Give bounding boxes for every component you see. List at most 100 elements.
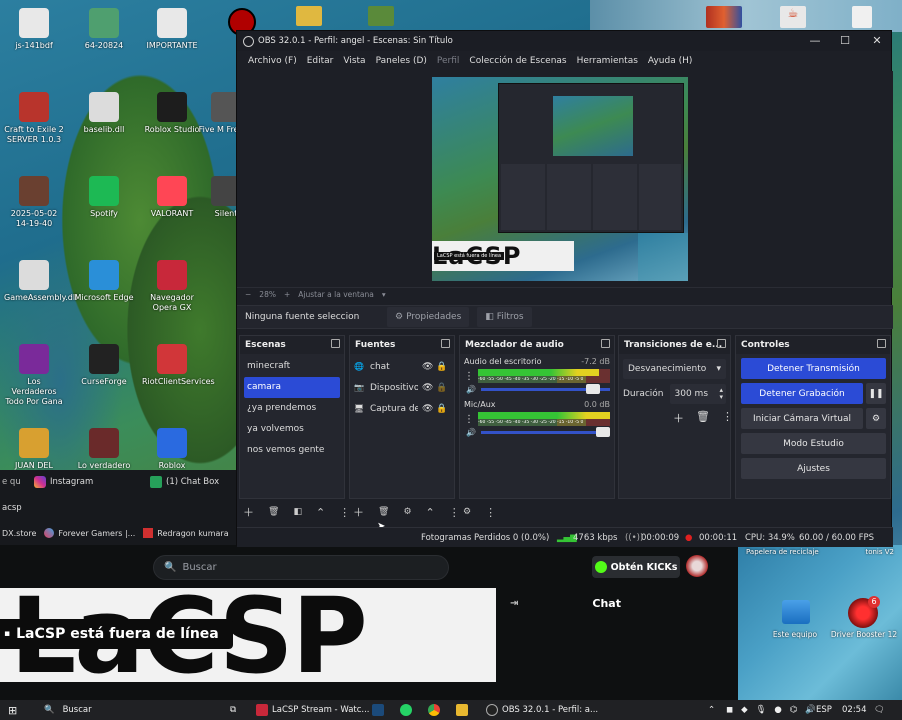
speaker-icon[interactable]: 🔊: [805, 705, 816, 715]
volume-slider-knob[interactable]: [585, 384, 600, 394]
desktop-icon[interactable]: Lo verdadero: [74, 428, 134, 471]
menu-item[interactable]: Archivo (F): [243, 56, 302, 66]
desktop-icon[interactable]: Craft to Exile 2 SERVER 1.0.3: [4, 92, 64, 145]
properties-button[interactable]: ⚙ Propiedades: [387, 307, 470, 327]
scene-item[interactable]: ya volvemos: [244, 419, 340, 440]
trash-icon[interactable]: 🗑: [696, 410, 710, 426]
source-item[interactable]: 🖥 Captura de pantalla 👁🔒: [350, 398, 454, 419]
transition-type-select[interactable]: Desvanecimiento ▾: [623, 359, 726, 379]
undock-icon[interactable]: [331, 339, 340, 348]
winrar-icon[interactable]: [706, 6, 742, 28]
menu-item[interactable]: Vista: [338, 56, 370, 66]
close-icon[interactable]: ✕: [867, 34, 887, 47]
browser-tab[interactable]: e qu: [0, 477, 24, 487]
more-icon[interactable]: ⋮: [339, 506, 350, 519]
speaker-icon[interactable]: 🔊: [466, 385, 476, 394]
document-icon[interactable]: [852, 6, 872, 28]
spin-arrows-icon[interactable]: ▴ ▾: [719, 387, 726, 401]
zoom-in-button[interactable]: +: [284, 290, 290, 299]
whatsapp-icon[interactable]: [400, 703, 412, 717]
trash-icon[interactable]: 🗑: [268, 507, 279, 517]
tray-chevron-icon[interactable]: ⌃: [708, 703, 715, 717]
add-scene-icon[interactable]: ＋: [243, 504, 254, 520]
chevron-down-icon[interactable]: ▾: [382, 290, 386, 299]
filter-icon[interactable]: ◧: [293, 507, 302, 517]
lock-icon[interactable]: 🔒: [436, 362, 447, 372]
desktop-icon[interactable]: baselib.dll: [74, 92, 134, 135]
scene-item[interactable]: camara: [244, 377, 340, 398]
desktop-icon[interactable]: 2025-05-02 14-19-40: [4, 176, 64, 229]
clock[interactable]: 02:54: [842, 703, 867, 717]
start-icon[interactable]: ⊞: [8, 703, 17, 717]
tray-app-icon[interactable]: ◆: [741, 705, 748, 715]
pause-icon[interactable]: ❚❚: [866, 383, 886, 404]
taskbar-search[interactable]: 🔍 Buscar: [44, 703, 92, 717]
stop-streaming-button[interactable]: Detener Transmisión: [741, 358, 886, 379]
move-up-icon[interactable]: ⌃: [426, 506, 435, 519]
network-icon[interactable]: ⌬: [790, 705, 797, 715]
menu-item[interactable]: Herramientas: [572, 56, 643, 66]
task-view-icon[interactable]: ⧉: [230, 703, 236, 717]
zoom-fit-select[interactable]: Ajustar a la ventana: [298, 290, 374, 299]
bookmark-dxstore[interactable]: DX.store: [0, 529, 36, 538]
desktop-icon[interactable]: Roblox: [142, 428, 202, 471]
browser-tab-instagram[interactable]: Instagram: [50, 477, 150, 487]
desktop-icon[interactable]: VALORANT: [142, 176, 202, 219]
more-icon[interactable]: ⋮: [722, 410, 733, 426]
stop-recording-button[interactable]: Detener Grabación: [741, 383, 863, 404]
volume-slider[interactable]: [480, 384, 610, 394]
trash-icon[interactable]: 🗑: [378, 507, 389, 517]
settings-button[interactable]: Ajustes: [741, 458, 886, 479]
browser-tab-chatbox[interactable]: (1) Chat Box: [166, 477, 219, 487]
desktop-icon[interactable]: IMPORTANTE: [142, 8, 202, 51]
recycle-bin-label[interactable]: Papelera de reciclaje: [746, 548, 819, 556]
studio-mode-button[interactable]: Modo Estudio: [741, 433, 886, 454]
microphone-icon[interactable]: 🎙: [756, 705, 767, 715]
tonis-label[interactable]: tonis V2: [865, 548, 894, 556]
source-item[interactable]: 📷 Dispositivo de captura de vídeo 👁🔒: [350, 377, 454, 398]
more-icon[interactable]: ⋮: [485, 506, 496, 519]
address-bar-fragment[interactable]: acsp: [2, 503, 22, 513]
gear-icon[interactable]: ⚙: [403, 507, 411, 517]
channel-menu-icon[interactable]: ⋮: [464, 371, 474, 382]
desktop-icon[interactable]: js-141bdf: [4, 8, 64, 51]
scene-item[interactable]: nos vemos gente: [244, 440, 340, 461]
desktop-icon[interactable]: CurseForge: [74, 344, 134, 387]
scene-item[interactable]: minecraft: [244, 356, 340, 377]
filters-button[interactable]: ◧ Filtros: [477, 307, 532, 327]
desktop-icon[interactable]: GameAssembly.dll: [4, 260, 77, 303]
desktop-icon[interactable]: Los Verdaderos Todo Por Gana: [4, 344, 64, 407]
start-virtual-camera-button[interactable]: Iniciar Cámara Virtual: [741, 408, 863, 429]
duration-spinbox[interactable]: 300 ms ▴ ▾: [669, 384, 726, 404]
add-source-icon[interactable]: ＋: [353, 504, 364, 520]
menu-item[interactable]: Paneles (D): [371, 56, 432, 66]
kick-search-input[interactable]: 🔍 Buscar: [153, 555, 449, 580]
desktop-icon[interactable]: JUAN DEL: [4, 428, 64, 471]
visibility-eye-icon[interactable]: 👁: [422, 383, 433, 393]
desktop-icon[interactable]: RiotClientServices: [142, 344, 215, 387]
maximize-icon[interactable]: ☐: [835, 34, 855, 47]
chrome-icon[interactable]: [428, 703, 440, 717]
move-up-icon[interactable]: ⌃: [316, 506, 325, 519]
lock-icon[interactable]: 🔒: [436, 383, 447, 393]
volume-slider-knob[interactable]: [596, 427, 610, 437]
bookmark-forever-gamers[interactable]: Forever Gamers |...: [58, 529, 135, 538]
speaker-icon[interactable]: 🔊: [466, 428, 476, 437]
visibility-eye-icon[interactable]: 👁: [422, 404, 433, 414]
user-avatar[interactable]: [686, 555, 708, 577]
desktop-icon[interactable]: Spotify: [74, 176, 134, 219]
taskbar-app-kick[interactable]: LaCSP Stream - Watc...: [256, 703, 370, 717]
notifications-icon[interactable]: 🗨: [874, 703, 885, 717]
file-explorer-icon[interactable]: [456, 703, 468, 717]
minecraft-icon[interactable]: [368, 6, 394, 26]
visibility-eye-icon[interactable]: 👁: [422, 362, 433, 372]
obs-preview-canvas[interactable]: LaCSP LaCSP está fuera de línea: [432, 77, 688, 281]
zoom-out-button[interactable]: −: [245, 290, 251, 299]
mixer-settings-icon[interactable]: ⚙: [463, 507, 471, 517]
menu-item[interactable]: Perfil: [432, 56, 465, 66]
steam-icon[interactable]: [372, 703, 384, 717]
undock-icon[interactable]: [601, 339, 610, 348]
add-icon[interactable]: ＋: [673, 410, 684, 426]
folder-icon[interactable]: [296, 6, 322, 26]
desktop-icon[interactable]: Microsoft Edge: [74, 260, 134, 303]
